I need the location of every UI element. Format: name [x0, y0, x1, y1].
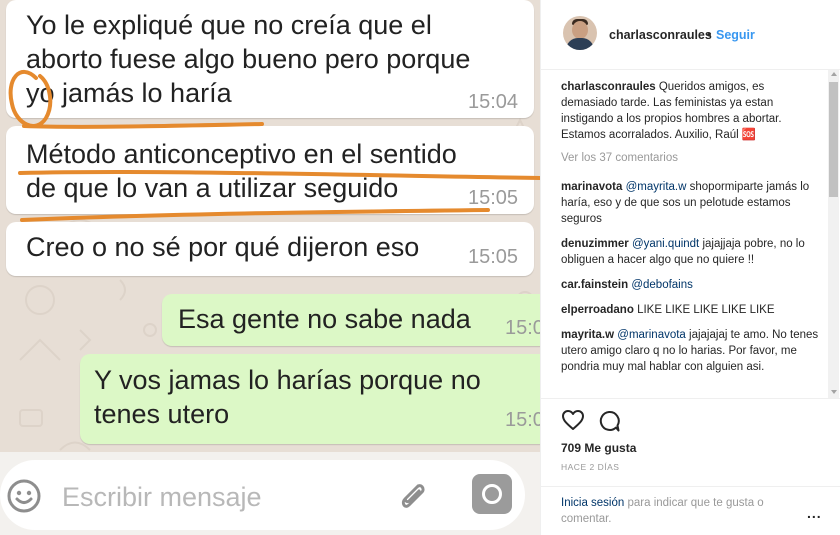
message-text: Método anticonceptivo en el sentido de q…	[26, 137, 520, 205]
message-line: yo jamás lo haría	[26, 78, 232, 108]
login-link[interactable]: Inicia sesión	[561, 497, 624, 509]
avatar[interactable]	[563, 16, 597, 50]
comment-item: denuzimmer @yani.quindt jajajjaja pobre,…	[561, 236, 823, 268]
chat-screenshot: Yo le expliqué que no creía que el abort…	[0, 0, 540, 535]
comment-username[interactable]: elperroadano	[561, 304, 634, 316]
message-line: Esa gente no sabe nada	[178, 304, 471, 334]
message-bubble-incoming: Yo le expliqué que no creía que el abort…	[6, 0, 534, 118]
scroll-down-arrow-icon[interactable]	[831, 390, 837, 394]
more-options-icon[interactable]: ...	[807, 505, 822, 521]
message-line: aborto fuese algo bueno pero porque	[26, 44, 471, 74]
message-input[interactable]: Escribir mensaje	[0, 460, 525, 530]
comment-text: LIKE LIKE LIKE LIKE LIKE	[637, 304, 775, 316]
post-username[interactable]: charlasconraules	[609, 28, 712, 42]
emoji-icon[interactable]	[7, 479, 41, 513]
message-time: 15:05	[468, 246, 519, 268]
comments-list: charlasconraules Queridos amigos, es dem…	[561, 79, 823, 397]
avatar-face	[572, 21, 588, 39]
comment-mention[interactable]: @marinavota	[617, 329, 686, 341]
message-line: Método anticonceptivo en el sentido	[26, 139, 457, 169]
comment-mention[interactable]: @mayrita.w	[626, 181, 687, 193]
view-all-comments-link[interactable]: Ver los 37 comentarios	[561, 152, 823, 164]
header-separator: •	[707, 28, 712, 42]
comment-mention[interactable]: @yani.quindt	[632, 238, 699, 250]
likes-count[interactable]: 709 Me gusta	[561, 441, 636, 455]
message-line: Yo le expliqué que no creía que el	[26, 10, 432, 40]
post-timestamp: HACE 2 DÍAS	[561, 462, 620, 472]
divider	[541, 486, 840, 487]
message-line: de que lo van a utilizar seguido	[26, 173, 399, 203]
comment-item: elperroadano LIKE LIKE LIKE LIKE LIKE	[561, 302, 823, 318]
comment-item: car.fainstein @debofains	[561, 277, 823, 293]
comment-item: marinavota @mayrita.w shopormiparte jamá…	[561, 179, 823, 227]
message-line: Creo o no sé por qué dijeron eso	[26, 232, 420, 262]
message-input-bar: Escribir mensaje	[0, 452, 540, 535]
message-text: Esa gente no sabe nada	[178, 302, 540, 336]
message-input-placeholder: Escribir mensaje	[62, 482, 262, 512]
message-bubble-outgoing: Esa gente no sabe nada 15:0	[162, 294, 540, 346]
scrollbar-thumb[interactable]	[829, 82, 838, 197]
caption-username[interactable]: charlasconraules	[561, 81, 656, 93]
comment-username[interactable]: denuzimmer	[561, 238, 629, 250]
heart-icon[interactable]	[561, 409, 585, 431]
avatar-suit	[566, 38, 594, 50]
message-time: 15:0	[505, 317, 540, 339]
comment-username[interactable]: marinavota	[561, 181, 622, 193]
message-line: tenes utero	[94, 399, 230, 429]
message-time: 15:05	[468, 187, 519, 209]
message-bubble-incoming: Creo o no sé por qué dijeron eso 15:05	[6, 222, 534, 276]
message-text: Y vos jamas lo harías porque no tenes ut…	[94, 363, 540, 431]
paperclip-icon[interactable]	[394, 478, 430, 514]
post-actions: 709 Me gusta HACE 2 DÍAS Inicia sesión p…	[541, 398, 840, 535]
message-text: Creo o no sé por qué dijeron eso	[26, 230, 520, 264]
post-header: charlasconraules • Seguir	[541, 0, 840, 70]
message-line: Y vos jamas lo harías porque no	[94, 365, 481, 395]
comment-item: mayrita.w @marinavota jajajajaj te amo. …	[561, 327, 823, 375]
follow-button[interactable]: Seguir	[716, 28, 755, 42]
caption: charlasconraules Queridos amigos, es dem…	[561, 79, 823, 143]
instagram-post-panel: charlasconraules • Seguir charlasconraul…	[540, 0, 840, 535]
message-text: Yo le expliqué que no creía que el abort…	[26, 8, 520, 110]
message-time: 15:04	[468, 91, 519, 113]
comment-mention[interactable]: @debofains	[631, 279, 693, 291]
message-time: 15:0	[505, 409, 540, 431]
message-bubble-outgoing: Y vos jamas lo harías porque no tenes ut…	[80, 354, 540, 444]
comment-username[interactable]: car.fainstein	[561, 279, 628, 291]
comment-username[interactable]: mayrita.w	[561, 329, 614, 341]
login-prompt: Inicia sesión para indicar que te gusta …	[561, 495, 801, 527]
comment-icon[interactable]	[597, 409, 621, 433]
message-bubble-incoming: Método anticonceptivo en el sentido de q…	[6, 126, 534, 214]
scroll-up-arrow-icon[interactable]	[831, 72, 837, 76]
camera-icon[interactable]	[472, 474, 512, 514]
